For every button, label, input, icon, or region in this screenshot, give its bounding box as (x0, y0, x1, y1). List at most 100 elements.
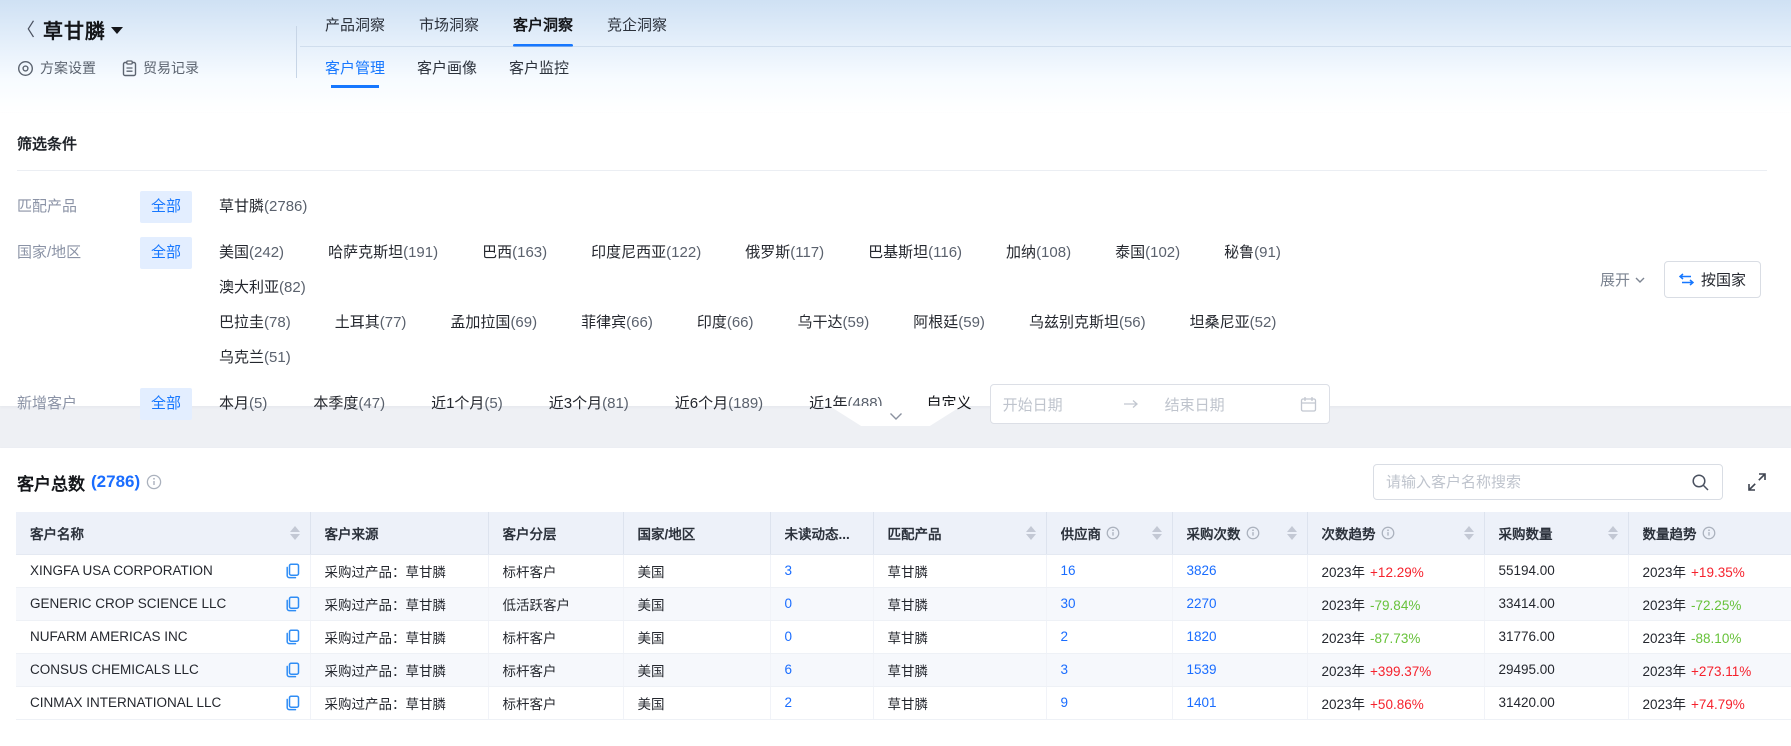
scheme-settings-button[interactable]: 方案设置 (17, 58, 96, 78)
sub-tab-客户管理[interactable]: 客户管理 (325, 57, 385, 88)
cell-suppliers[interactable]: 9 (1046, 686, 1172, 719)
column-header-客户分层[interactable]: 客户分层 (488, 512, 623, 554)
cell-suppliers[interactable]: 3 (1046, 653, 1172, 686)
sub-tab-客户监控[interactable]: 客户监控 (509, 57, 569, 88)
column-header-供应商[interactable]: 供应商 (1046, 512, 1172, 554)
page-title[interactable]: 草甘膦 (43, 15, 106, 44)
by-country-button[interactable]: 按国家 (1664, 261, 1761, 298)
column-header-客户来源[interactable]: 客户来源 (310, 512, 488, 554)
country-filter-item[interactable]: 秘鲁(91) (1224, 237, 1281, 269)
sort-control[interactable] (1456, 526, 1474, 540)
country-filter-item[interactable]: 美国(242) (219, 237, 284, 269)
country-filter-item[interactable]: 印度(66) (697, 307, 754, 339)
cell-unread-updates[interactable]: 6 (770, 653, 873, 686)
new-customer-filter-item[interactable]: 近1个月(5) (431, 388, 503, 420)
new-customer-filter-item[interactable]: 本季度(47) (313, 388, 385, 420)
cell-country: 美国 (623, 554, 770, 587)
cell-suppliers[interactable]: 2 (1046, 620, 1172, 653)
country-filter-item[interactable]: 泰国(102) (1115, 237, 1180, 269)
cell-suppliers[interactable]: 30 (1046, 587, 1172, 620)
country-filter-item[interactable]: 哈萨克斯坦(191) (328, 237, 438, 269)
country-filter-item[interactable]: 巴西(163) (482, 237, 547, 269)
end-date-placeholder: 结束日期 (1165, 394, 1225, 415)
fullscreen-icon[interactable] (1747, 472, 1767, 492)
column-header-采购次数[interactable]: 采购次数 (1172, 512, 1307, 554)
country-filter-item[interactable]: 印度尼西亚(122) (591, 237, 701, 269)
country-all-chip[interactable]: 全部 (140, 237, 192, 269)
main-tab-市场洞察[interactable]: 市场洞察 (419, 14, 479, 47)
cell-matched-product: 草甘膦 (873, 686, 1046, 719)
table-row[interactable]: CONSUS CHEMICALS LLC 采购过产品：草甘膦 标杆客户 美国 6… (16, 653, 1791, 686)
country-filter-item[interactable]: 乌兹别克斯坦(56) (1029, 307, 1146, 339)
column-header-数量趋势[interactable]: 数量趋势 (1628, 512, 1791, 554)
cell-customer-name: XINGFA USA CORPORATION (16, 554, 310, 587)
sort-control[interactable] (1018, 526, 1036, 540)
product-filter-item[interactable]: 草甘膦(2786) (219, 191, 307, 223)
cell-purchase-quantity: 55194.00 (1484, 554, 1628, 587)
cell-purchase-count[interactable]: 1539 (1172, 653, 1307, 686)
column-header-采购数量[interactable]: 采购数量 (1484, 512, 1628, 554)
copy-icon[interactable] (285, 596, 300, 612)
main-tab-客户洞察[interactable]: 客户洞察 (513, 14, 573, 47)
trade-records-button[interactable]: 贸易记录 (122, 58, 199, 78)
product-all-chip[interactable]: 全部 (140, 191, 192, 223)
filter-divider (17, 170, 1767, 171)
country-filter-item[interactable]: 乌克兰(51) (219, 342, 291, 374)
table-row[interactable]: GENERIC CROP SCIENCE LLC 采购过产品：草甘膦 低活跃客户… (16, 587, 1791, 620)
table-row[interactable]: NUFARM AMERICAS INC 采购过产品：草甘膦 标杆客户 美国 0 … (16, 620, 1791, 653)
cell-customer-name: NUFARM AMERICAS INC (16, 620, 310, 653)
cell-purchase-count[interactable]: 1401 (1172, 686, 1307, 719)
country-filter-item[interactable]: 加纳(108) (1006, 237, 1071, 269)
country-filter-item[interactable]: 土耳其(77) (335, 307, 407, 339)
cell-unread-updates[interactable]: 3 (770, 554, 873, 587)
column-header-国家/地区[interactable]: 国家/地区 (623, 512, 770, 554)
sub-tab-客户画像[interactable]: 客户画像 (417, 57, 477, 88)
column-header-匹配产品[interactable]: 匹配产品 (873, 512, 1046, 554)
sort-control[interactable] (1144, 526, 1162, 540)
cell-unread-updates[interactable]: 0 (770, 587, 873, 620)
column-info-icon (1106, 526, 1120, 540)
main-tab-竞企洞察[interactable]: 竞企洞察 (607, 14, 667, 47)
country-filter-item[interactable]: 坦桑尼亚(52) (1190, 307, 1277, 339)
cell-purchase-count[interactable]: 3826 (1172, 554, 1307, 587)
customer-search-input[interactable] (1386, 474, 1691, 491)
search-icon[interactable] (1691, 473, 1710, 492)
country-filter-item[interactable]: 澳大利亚(82) (219, 272, 306, 304)
cell-customer-tier: 标杆客户 (488, 686, 623, 719)
cell-unread-updates[interactable]: 0 (770, 620, 873, 653)
country-filter-item[interactable]: 菲律宾(66) (581, 307, 653, 339)
copy-icon[interactable] (285, 563, 300, 579)
cell-customer-tier: 标杆客户 (488, 653, 623, 686)
country-filter-item[interactable]: 巴拉圭(78) (219, 307, 291, 339)
column-header-次数趋势[interactable]: 次数趋势 (1307, 512, 1484, 554)
cell-customer-source: 采购过产品：草甘膦 (310, 686, 488, 719)
table-row[interactable]: XINGFA USA CORPORATION 采购过产品：草甘膦 标杆客户 美国… (16, 554, 1791, 587)
column-header-客户名称[interactable]: 客户名称 (16, 512, 310, 554)
cell-suppliers[interactable]: 16 (1046, 554, 1172, 587)
cell-unread-updates[interactable]: 2 (770, 686, 873, 719)
country-filter-item[interactable]: 俄罗斯(117) (745, 237, 824, 269)
copy-icon[interactable] (285, 629, 300, 645)
back-icon[interactable]: 〈 (17, 16, 35, 42)
new-customer-filter-item[interactable]: 近3个月(81) (549, 388, 629, 420)
cell-purchase-count[interactable]: 1820 (1172, 620, 1307, 653)
sort-control[interactable] (1600, 526, 1618, 540)
country-filter-item[interactable]: 孟加拉国(69) (450, 307, 537, 339)
new-customer-all-chip[interactable]: 全部 (140, 388, 192, 420)
new-customer-filter-item[interactable]: 本月(5) (219, 388, 267, 420)
sort-control[interactable] (1279, 526, 1297, 540)
title-dropdown-icon[interactable] (111, 27, 123, 34)
copy-icon[interactable] (285, 662, 300, 678)
cell-purchase-count[interactable]: 2270 (1172, 587, 1307, 620)
new-customer-filter-item[interactable]: 近6个月(189) (675, 388, 763, 420)
country-filter-item[interactable]: 巴基斯坦(116) (868, 237, 962, 269)
sort-control[interactable] (282, 526, 300, 540)
main-tab-产品洞察[interactable]: 产品洞察 (325, 14, 385, 47)
country-filter-item[interactable]: 阿根廷(59) (913, 307, 985, 339)
column-header-未读动态...[interactable]: 未读动态... (770, 512, 873, 554)
expand-link[interactable]: 展开 (1600, 269, 1646, 290)
date-range-input[interactable]: 开始日期 结束日期 (990, 384, 1330, 424)
table-row[interactable]: CINMAX INTERNATIONAL LLC 采购过产品：草甘膦 标杆客户 … (16, 686, 1791, 719)
country-filter-item[interactable]: 乌干达(59) (798, 307, 870, 339)
copy-icon[interactable] (285, 695, 300, 711)
